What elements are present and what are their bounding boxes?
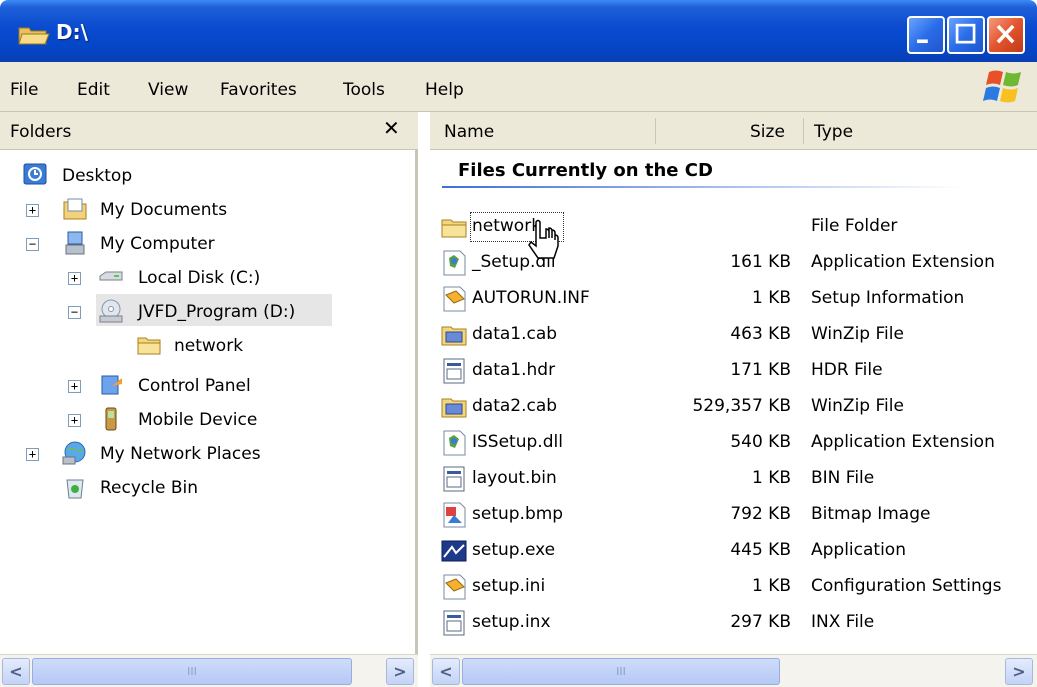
scroll-thumb[interactable]: III	[32, 658, 352, 685]
collapse-toggle[interactable]: −	[26, 238, 39, 251]
close-button[interactable]	[987, 16, 1025, 54]
expand-toggle[interactable]: +	[26, 448, 39, 461]
inf-icon	[443, 286, 466, 312]
minimize-icon	[917, 39, 928, 44]
group-divider	[442, 186, 962, 188]
menu-bar: File Edit View Favorites Tools Help	[0, 62, 1037, 112]
network-places-icon	[62, 441, 86, 465]
cab-icon	[441, 326, 467, 346]
scroll-left-button[interactable]: <	[432, 658, 460, 685]
exe-icon	[441, 540, 467, 562]
close-folders-pane-button[interactable]: ✕	[383, 116, 400, 140]
scroll-right-button[interactable]: >	[386, 658, 414, 685]
title-bar[interactable]: D:\	[0, 0, 1037, 62]
ini-icon	[443, 574, 466, 600]
scroll-thumb[interactable]: III	[462, 658, 780, 685]
windows-logo-icon	[983, 70, 1021, 103]
column-header-size[interactable]: Size	[750, 122, 785, 142]
collapse-toggle[interactable]: −	[68, 306, 81, 319]
desktop-icon	[23, 163, 47, 185]
file-list: Files Currently on the CD network File F…	[430, 150, 1037, 654]
my-documents-icon	[63, 198, 87, 220]
menu-edit[interactable]: Edit	[77, 80, 110, 100]
file-row[interactable]: setup.ini 1 KB Configuration Settings	[430, 570, 1037, 604]
file-row[interactable]: network File Folder	[430, 210, 1037, 244]
cab-icon	[441, 398, 467, 418]
folder-open-icon	[18, 27, 50, 45]
scroll-left-button[interactable]: <	[2, 658, 30, 685]
expand-toggle[interactable]: +	[68, 414, 81, 427]
group-title: Files Currently on the CD	[458, 160, 713, 181]
generic-file-icon	[443, 466, 465, 492]
file-list-header: Name Size Type	[430, 112, 1037, 150]
file-row[interactable]: setup.inx 297 KB INX File	[430, 606, 1037, 640]
files-horizontal-scrollbar[interactable]: < III >	[430, 654, 1037, 687]
my-computer-icon	[65, 231, 85, 255]
folders-horizontal-scrollbar[interactable]: < III >	[0, 654, 418, 687]
generic-file-icon	[443, 610, 465, 636]
folder-icon	[137, 337, 161, 355]
file-row[interactable]: data2.cab 529,357 KB WinZip File	[430, 390, 1037, 424]
folder-tree: Desktop + My Documents − My Computer + L…	[0, 150, 418, 654]
expand-toggle[interactable]: +	[68, 272, 81, 285]
file-row[interactable]: layout.bin 1 KB BIN File	[430, 462, 1037, 496]
expand-toggle[interactable]: +	[26, 204, 39, 217]
minimize-button[interactable]	[907, 16, 945, 54]
dll-icon	[443, 250, 466, 276]
column-separator[interactable]	[803, 118, 804, 144]
file-row[interactable]: data1.cab 463 KB WinZip File	[430, 318, 1037, 352]
folder-icon	[441, 219, 467, 238]
folders-pane-header: Folders ✕	[0, 112, 418, 150]
maximize-button[interactable]	[947, 16, 985, 54]
maximize-icon	[955, 23, 976, 44]
menu-help[interactable]: Help	[425, 80, 464, 100]
mobile-device-icon	[105, 407, 117, 431]
column-header-name[interactable]: Name	[444, 122, 494, 142]
menu-favorites[interactable]: Favorites	[220, 80, 297, 100]
local-disk-icon	[99, 271, 123, 281]
hand-cursor-icon	[528, 219, 559, 259]
dll-icon	[443, 430, 466, 456]
window-title: D:\	[56, 20, 88, 44]
folders-title: Folders	[10, 122, 72, 142]
menu-view[interactable]: View	[148, 80, 188, 100]
control-panel-icon	[101, 375, 122, 395]
file-row[interactable]: data1.hdr 171 KB HDR File	[430, 354, 1037, 388]
column-header-type[interactable]: Type	[814, 122, 853, 142]
cd-drive-icon	[99, 299, 123, 323]
menu-tools[interactable]: Tools	[343, 80, 385, 100]
file-row[interactable]: AUTORUN.INF 1 KB Setup Information	[430, 282, 1037, 316]
generic-file-icon	[443, 358, 465, 384]
column-separator[interactable]	[655, 118, 656, 144]
bitmap-icon	[443, 502, 466, 528]
menu-file[interactable]: File	[10, 80, 38, 100]
recycle-bin-icon	[66, 479, 84, 499]
scroll-right-button[interactable]: >	[1005, 658, 1033, 685]
file-row[interactable]: ISSetup.dll 540 KB Application Extension	[430, 426, 1037, 460]
file-row[interactable]: setup.exe 445 KB Application	[430, 534, 1037, 568]
expand-toggle[interactable]: +	[68, 380, 81, 393]
file-row[interactable]: _Setup.dll 161 KB Application Extension	[430, 246, 1037, 280]
file-row[interactable]: setup.bmp 792 KB Bitmap Image	[430, 498, 1037, 532]
close-icon	[996, 24, 1015, 44]
